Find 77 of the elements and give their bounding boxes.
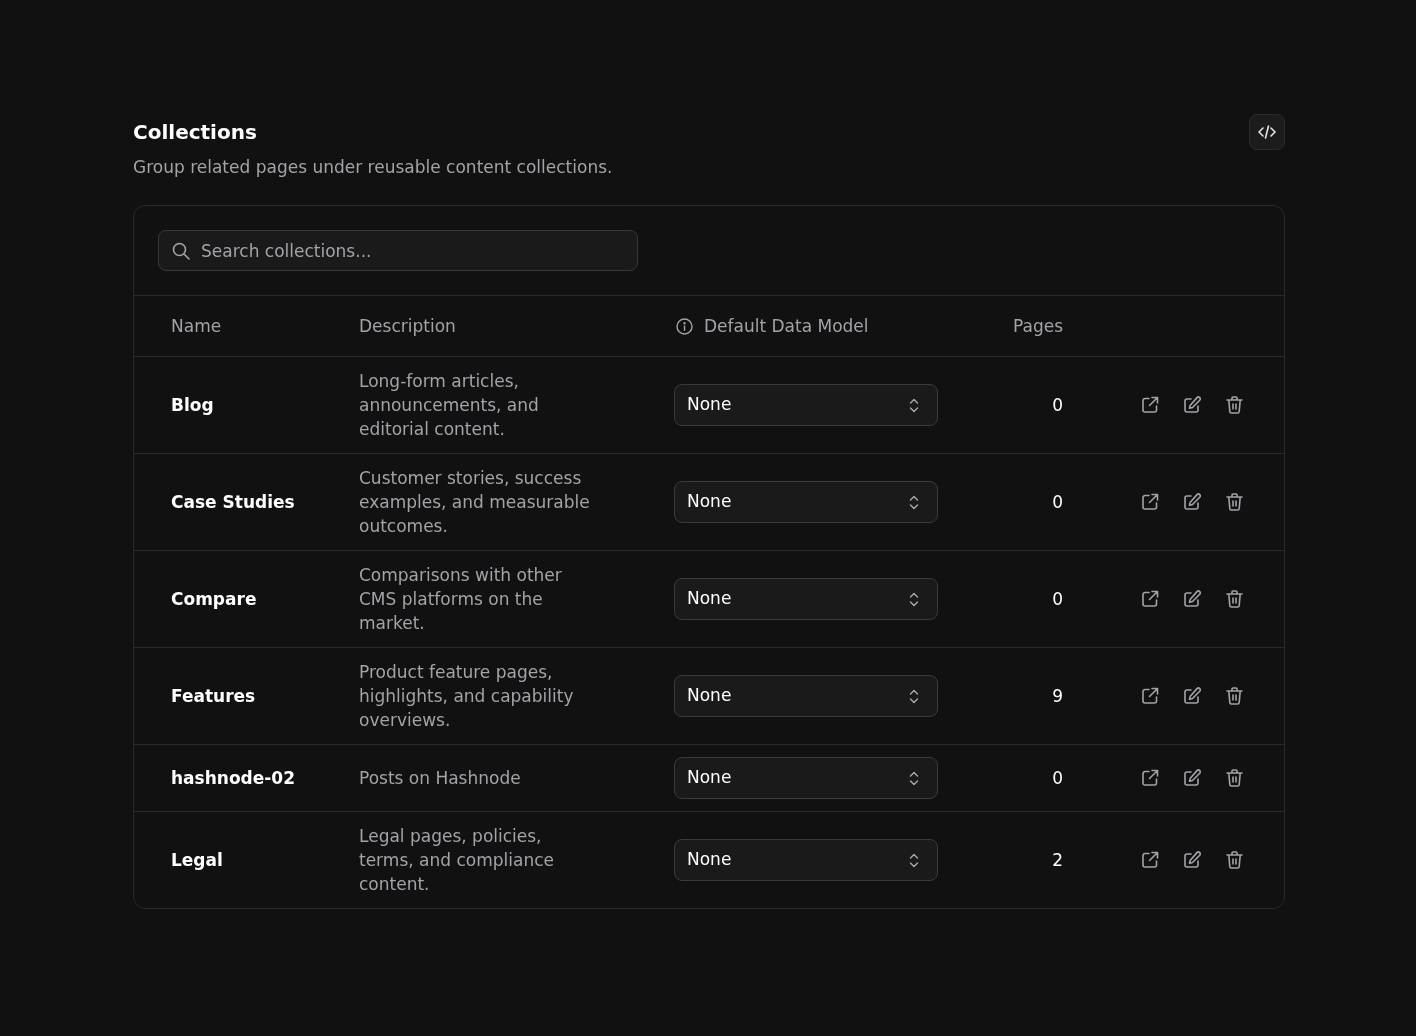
open-link-button[interactable] — [1141, 396, 1159, 414]
page-count: 0 — [1052, 588, 1063, 611]
trash-icon — [1225, 851, 1243, 869]
edit-button[interactable] — [1183, 396, 1201, 414]
chevron-up-down-icon — [909, 770, 919, 786]
chevron-up-down-icon — [909, 494, 919, 510]
delete-button[interactable] — [1225, 851, 1243, 869]
page-count: 0 — [1052, 767, 1063, 790]
edit-icon — [1183, 493, 1201, 511]
collection-description: Product feature pages, highlights, and capability overviews. — [359, 661, 575, 732]
info-icon — [676, 317, 693, 335]
collection-name: Blog — [171, 394, 214, 417]
collection-name: Compare — [171, 588, 257, 611]
page-count: 9 — [1052, 685, 1063, 708]
trash-icon — [1225, 590, 1243, 608]
chevron-up-down-icon — [909, 852, 919, 868]
open-link-button[interactable] — [1141, 769, 1159, 787]
chevron-up-down-icon — [909, 591, 919, 607]
external-link-icon — [1141, 851, 1159, 869]
external-link-icon — [1141, 396, 1159, 414]
column-header: Pages — [1013, 316, 1063, 336]
delete-button[interactable] — [1225, 769, 1243, 787]
page-count: 2 — [1052, 849, 1063, 872]
collection-name: Features — [171, 685, 256, 708]
edit-button[interactable] — [1183, 493, 1201, 511]
collection-description: Comparisons with other CMS platforms on the market. — [359, 564, 563, 635]
edit-icon — [1183, 396, 1201, 414]
collection-name: Case Studies — [171, 491, 295, 514]
search-field[interactable]: Search collections... — [158, 230, 638, 271]
chevron-up-down-icon — [909, 688, 919, 704]
external-link-icon — [1141, 493, 1159, 511]
edit-icon — [1183, 590, 1201, 608]
trash-icon — [1225, 493, 1243, 511]
search-icon — [172, 242, 190, 260]
data-model-select[interactable]: None — [674, 757, 938, 799]
delete-button[interactable] — [1225, 687, 1243, 705]
page-title: Collections — [133, 119, 258, 146]
page-count: 0 — [1052, 491, 1063, 514]
open-link-button[interactable] — [1141, 493, 1159, 511]
collection-description: Posts on Hashnode — [359, 767, 521, 790]
open-link-button[interactable] — [1141, 590, 1159, 608]
column-header: Description — [359, 316, 456, 336]
edit-icon — [1183, 687, 1201, 705]
data-model-select[interactable]: None — [674, 675, 938, 717]
external-link-icon — [1141, 590, 1159, 608]
open-link-button[interactable] — [1141, 687, 1159, 705]
collection-name: hashnode-02 — [171, 767, 295, 790]
open-link-button[interactable] — [1141, 851, 1159, 869]
edit-icon — [1183, 851, 1201, 869]
page-subtitle: Group related pages under reusable content collections. — [133, 156, 613, 179]
delete-button[interactable] — [1225, 590, 1243, 608]
external-link-icon — [1141, 769, 1159, 787]
edit-button[interactable] — [1183, 687, 1201, 705]
edit-button[interactable] — [1183, 851, 1201, 869]
page-count: 0 — [1052, 394, 1063, 417]
data-model-select[interactable]: None — [674, 839, 938, 881]
external-link-icon — [1141, 687, 1159, 705]
data-model-select[interactable]: None — [674, 481, 938, 523]
collection-description: Long-form articles, announcements, and editorial content. — [359, 370, 540, 441]
collection-name: Legal — [171, 849, 223, 872]
column-header: Name — [171, 316, 222, 336]
edit-button[interactable] — [1183, 769, 1201, 787]
trash-icon — [1225, 687, 1243, 705]
edit-button[interactable] — [1183, 590, 1201, 608]
chevron-up-down-icon — [909, 397, 919, 413]
edit-icon — [1183, 769, 1201, 787]
trash-icon — [1225, 396, 1243, 414]
data-model-select[interactable]: None — [674, 384, 938, 426]
delete-button[interactable] — [1225, 493, 1243, 511]
code-icon — [1258, 125, 1276, 139]
column-header: Default Data Model — [704, 316, 869, 336]
data-model-select[interactable]: None — [674, 578, 938, 620]
code-view-button[interactable] — [1249, 114, 1285, 150]
collection-description: Legal pages, policies, terms, and compliance content. — [359, 825, 555, 896]
trash-icon — [1225, 769, 1243, 787]
collection-description: Customer stories, success examples, and measurable outcomes. — [359, 467, 591, 538]
delete-button[interactable] — [1225, 396, 1243, 414]
